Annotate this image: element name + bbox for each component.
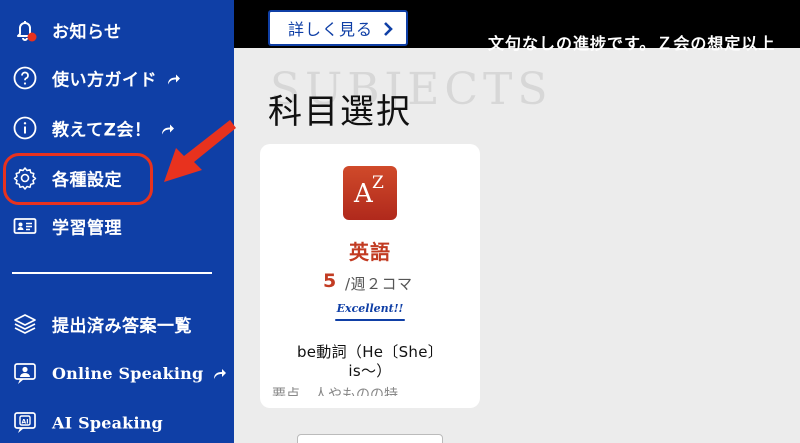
share-arrow-icon [213,365,227,384]
question-circle-icon [11,64,39,92]
badge-underline [335,319,405,321]
id-card-icon [11,212,39,240]
subject-name: 英語 [349,240,391,264]
progress-message: 文句なしの進捗です。Ｚ会の想定以上 [488,34,776,53]
lesson-description-line: be動詞（He〔She〕 [296,343,444,361]
person-chat-icon [11,360,39,388]
sidebar-item-label: 提出済み答案一覧 [52,316,192,337]
sidebar-item-submitted-answers[interactable]: 提出済み答案一覧 [0,304,234,344]
see-more-button[interactable]: 詳しく見る [268,10,408,46]
sidebar-item-label: 学習管理 [52,218,122,239]
sidebar-item-ai-speaking[interactable]: AI AI Speaking [0,403,234,443]
lesson-summary-faded: 要点 人やものの特… [272,387,412,396]
next-card-button[interactable] [297,434,443,443]
lesson-description: be動詞（He〔She〕 is～） [270,343,470,381]
lesson-description-line: is～） [348,362,392,380]
sidebar-item-guide[interactable]: 使い方ガイド [0,58,234,98]
badge-label: Excellent!! [336,302,404,315]
sidebar-item-online-speaking[interactable]: Online Speaking [0,354,234,394]
lesson-count: 5 [323,270,337,292]
sidebar: お知らせ 使い方ガイド 教えてZ会！ 各種設定 学習管理 提出済み答案一覧 On… [0,0,234,443]
bell-icon [11,16,39,44]
excellent-badge: Excellent!! [333,302,407,324]
page-title: 科目選択 [268,92,412,132]
info-circle-icon [11,114,39,142]
az-logo-icon: AZ [343,166,397,220]
top-banner: 詳しく見る 文句なしの進捗です。Ｚ会の想定以上 [234,0,800,53]
chevron-right-icon [384,22,393,36]
sidebar-item-label: 教えてZ会！ [52,120,152,141]
pointer-arrow-icon [164,120,236,182]
sidebar-item-label: 使い方ガイド [52,70,157,91]
sidebar-item-label: お知らせ [52,22,122,43]
sidebar-item-label: AI Speaking [52,413,163,433]
ai-chat-icon: AI [11,409,39,437]
sidebar-divider [12,272,212,274]
sidebar-item-notices[interactable]: お知らせ [0,10,234,50]
settings-highlight-circle [3,153,153,205]
layers-icon [11,310,39,338]
share-arrow-icon [167,71,181,91]
see-more-label: 詳しく見る [288,20,374,39]
lessons-per-week: /週２コマ [345,275,413,293]
sidebar-item-label: Online Speaking [52,364,204,383]
sidebar-item-study-management[interactable]: 学習管理 [0,206,234,246]
svg-text:AI: AI [22,419,29,426]
